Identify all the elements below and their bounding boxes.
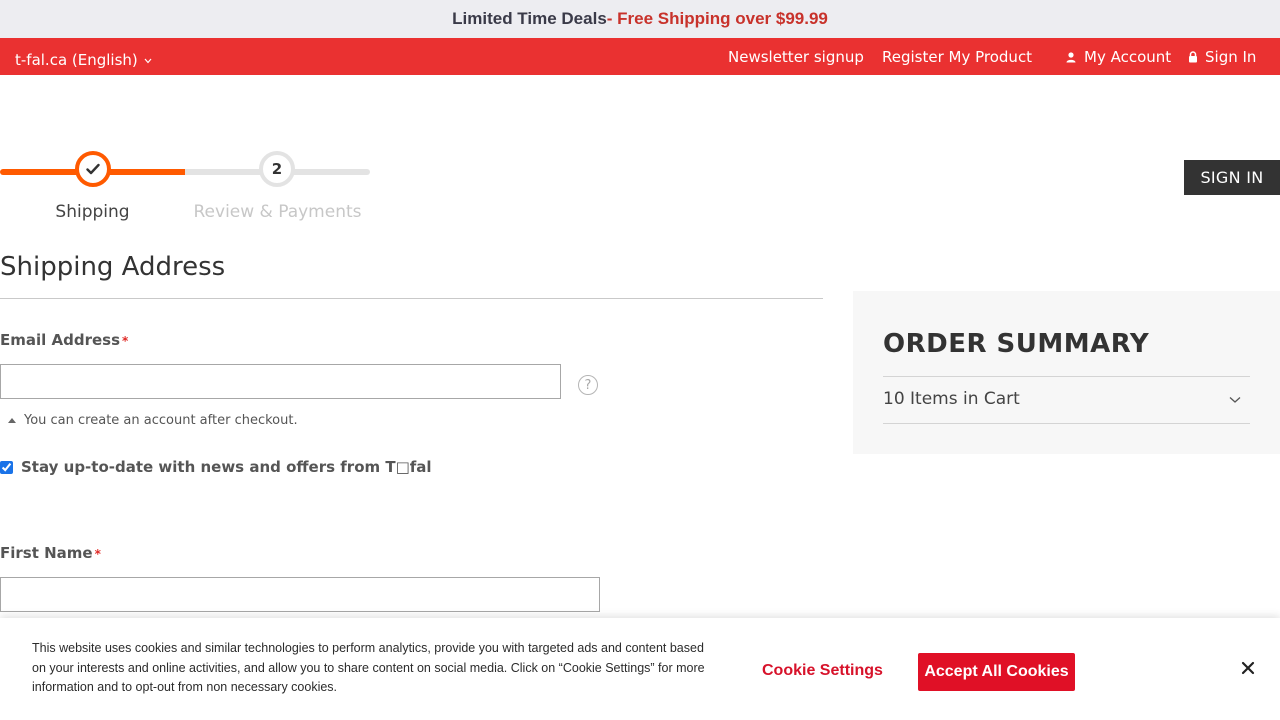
- section-divider: [0, 298, 823, 299]
- step-shipping-marker: [75, 151, 111, 187]
- accept-all-cookies-button[interactable]: Accept All Cookies: [918, 653, 1075, 691]
- sign-in-button[interactable]: SIGN IN: [1184, 160, 1280, 195]
- promo-text: Limited Time Deals: [452, 9, 607, 28]
- chevron-down-icon: [144, 57, 152, 67]
- newsletter-checkbox[interactable]: [0, 460, 13, 474]
- email-label-text: Email Address: [0, 331, 121, 349]
- locale-label: t-fal.ca (English): [15, 51, 138, 69]
- cookie-text: This website uses cookies and similar te…: [32, 641, 705, 694]
- newsletter-signup-link[interactable]: Newsletter signup: [728, 48, 864, 66]
- my-account-label: My Account: [1084, 48, 1172, 66]
- step-review-label: Review & Payments: [193, 202, 362, 222]
- close-icon[interactable]: [1238, 658, 1258, 678]
- email-label: Email Address *: [0, 331, 128, 349]
- required-asterisk: *: [122, 334, 129, 348]
- step-shipping-label: Shipping: [55, 202, 130, 222]
- email-field[interactable]: [0, 364, 561, 399]
- page-title: Shipping Address: [0, 252, 226, 282]
- my-account-link[interactable]: My Account: [1066, 48, 1171, 66]
- first-name-label: First Name *: [0, 544, 101, 562]
- locale-selector[interactable]: t-fal.ca (English): [15, 51, 152, 69]
- sign-in-label: Sign In: [1205, 48, 1257, 66]
- sign-in-link[interactable]: Sign In: [1188, 48, 1256, 66]
- order-summary: ORDER SUMMARY 10 Items in Cart: [853, 291, 1280, 454]
- first-name-field[interactable]: [0, 577, 600, 612]
- checkmark-icon: [86, 160, 100, 179]
- top-nav: t-fal.ca (English) Newsletter signup Reg…: [0, 38, 1280, 75]
- promo-bar: Limited Time Deals - Free Shipping over …: [0, 0, 1280, 38]
- register-product-link[interactable]: Register My Product: [882, 48, 1032, 66]
- help-icon[interactable]: ?: [578, 375, 598, 395]
- chevron-down-icon[interactable]: [1229, 389, 1241, 408]
- user-icon: [1066, 51, 1076, 63]
- checkout-progress: 2 Shipping Review & Payments: [0, 148, 370, 228]
- account-note-text: You can create an account after checkout…: [24, 413, 298, 428]
- required-asterisk: *: [94, 547, 101, 561]
- divider: [883, 423, 1250, 424]
- divider: [883, 376, 1250, 377]
- cookie-banner: This website uses cookies and similar te…: [0, 618, 1280, 720]
- account-note: You can create an account after checkout…: [8, 413, 298, 428]
- caret-up-icon: [8, 416, 16, 425]
- order-summary-title: ORDER SUMMARY: [883, 329, 1150, 359]
- step-review-marker: 2: [259, 151, 295, 187]
- first-name-label-text: First Name: [0, 544, 93, 562]
- cart-items-toggle[interactable]: 10 Items in Cart: [883, 389, 1020, 409]
- lock-icon: [1188, 51, 1198, 63]
- newsletter-opt-label: Stay up-to-date with news and offers fro…: [21, 458, 432, 476]
- newsletter-opt-in: Stay up-to-date with news and offers fro…: [0, 458, 432, 476]
- promo-shipping-text: - Free Shipping over $99.99: [606, 9, 828, 28]
- cookie-settings-button[interactable]: Cookie Settings: [762, 662, 883, 680]
